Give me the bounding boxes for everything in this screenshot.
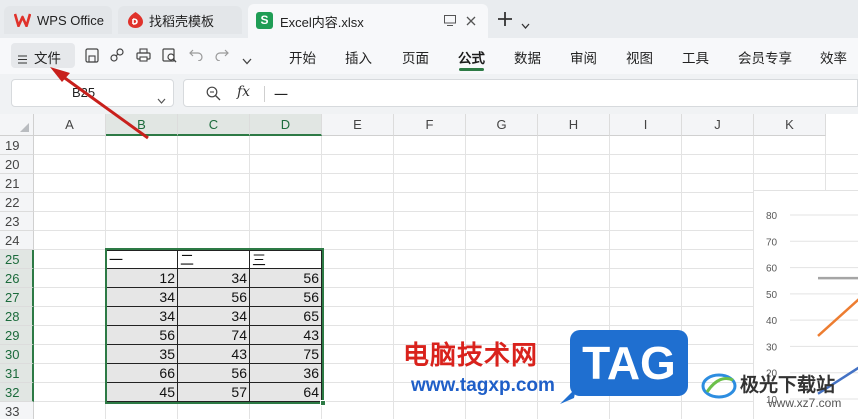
tag-badge-text: TAG [582, 337, 676, 389]
watermark-logo-text: 极光下载站 [740, 375, 836, 396]
wps-window: WPS Office 找稻壳模板 S Excel内容.xlsx 文件 开始 插入… [0, 0, 858, 419]
watermark-tag-badge: TAG [560, 330, 688, 404]
watermark-site-name: 电脑技术网 [403, 340, 539, 370]
watermark-url: www.tagxp.com [411, 375, 555, 396]
watermark-logo-url: www.xz7.com [768, 396, 842, 410]
aurora-logo-icon [701, 370, 737, 405]
